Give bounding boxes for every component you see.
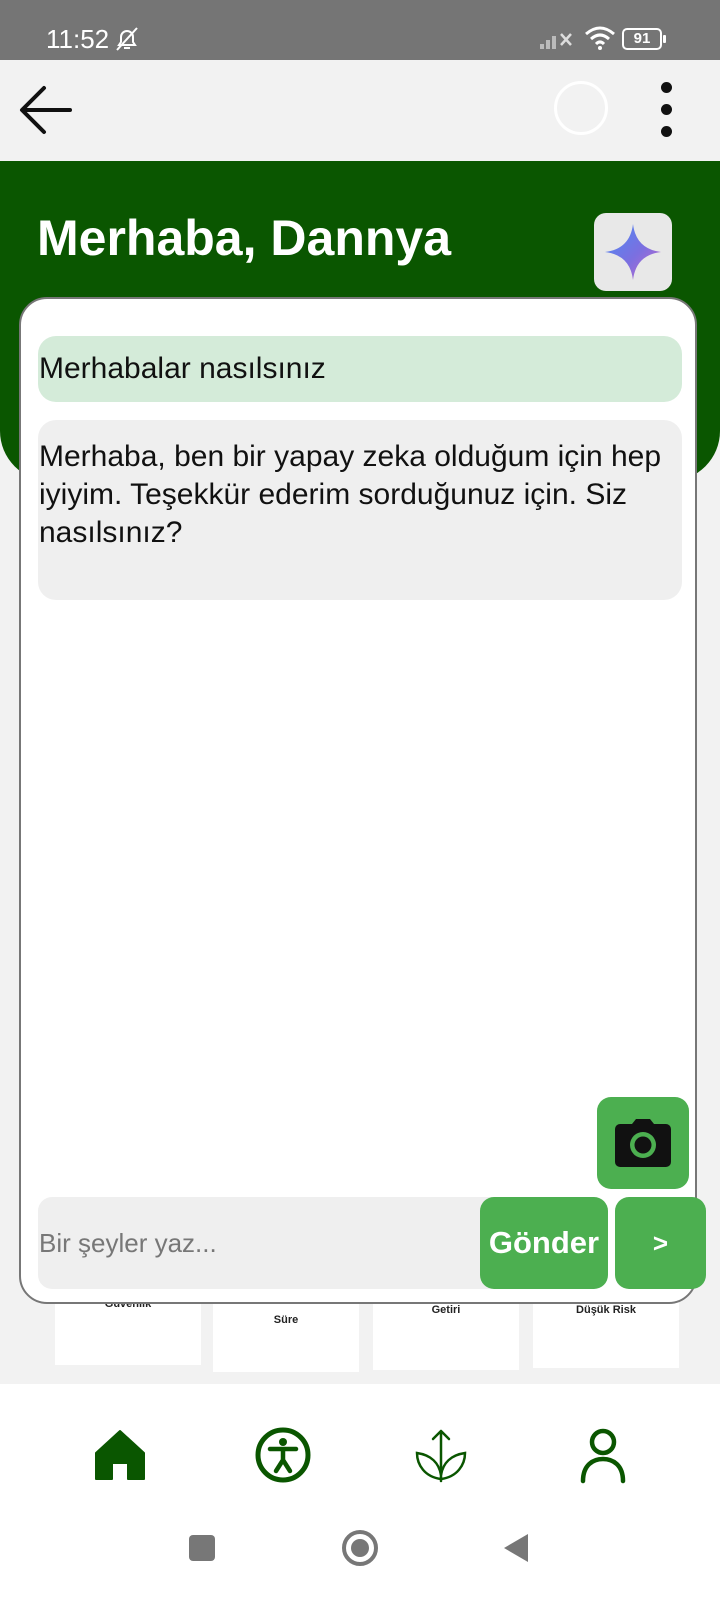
status-time: 11:52 [46, 24, 110, 54]
assistant-message-bubble: Merhaba, ben bir yapay zeka olduğum için… [38, 420, 682, 600]
feature-card-label: Düşük Risk [576, 1304, 636, 1316]
system-navigation [0, 1504, 720, 1600]
nav-growth[interactable] [406, 1420, 476, 1490]
sparkle-icon [605, 224, 661, 280]
user-message-bubble: Merhabalar nasılsınız [38, 336, 682, 402]
accessibility-icon [255, 1427, 311, 1483]
camera-icon [615, 1119, 671, 1167]
greeting-title: Merhaba, Dannya [37, 210, 452, 266]
more-vert-icon[interactable] [646, 76, 686, 146]
chat-panel: Merhabalar nasılsınız Merhaba, ben bir y… [19, 297, 706, 1304]
status-bar: 11:52 91 [0, 0, 720, 60]
feature-card-label: Süre [273, 1314, 299, 1326]
wifi-icon [585, 26, 615, 50]
home-icon [95, 1430, 145, 1480]
loading-indicator [554, 81, 608, 135]
battery-icon: 91 [622, 28, 666, 50]
assistant-message-text: Merhaba, ben bir yapay zeka olduğum için… [39, 440, 662, 549]
camera-button[interactable] [597, 1097, 689, 1189]
nav-profile[interactable] [568, 1420, 638, 1490]
profile-icon [580, 1428, 626, 1484]
nav-accessibility[interactable] [248, 1420, 318, 1490]
user-message-text: Merhabalar nasılsınız [39, 352, 326, 385]
bell-off-icon [116, 27, 138, 51]
nav-home[interactable] [85, 1420, 155, 1490]
bottom-navigation [0, 1384, 720, 1504]
signal-icon [540, 33, 572, 49]
sprout-icon [415, 1429, 467, 1483]
next-button[interactable]: > [615, 1197, 706, 1289]
ai-assistant-button[interactable] [594, 213, 672, 291]
back-arrow-icon[interactable] [14, 78, 78, 142]
home-circle-icon[interactable] [338, 1526, 382, 1570]
back-triangle-icon[interactable] [494, 1526, 538, 1570]
send-button[interactable]: Gönder [480, 1197, 608, 1289]
message-input-row: Gönder > [38, 1197, 706, 1289]
recents-icon[interactable] [180, 1526, 224, 1570]
feature-card-label: Getiri [431, 1304, 461, 1316]
app-bar [0, 60, 720, 161]
